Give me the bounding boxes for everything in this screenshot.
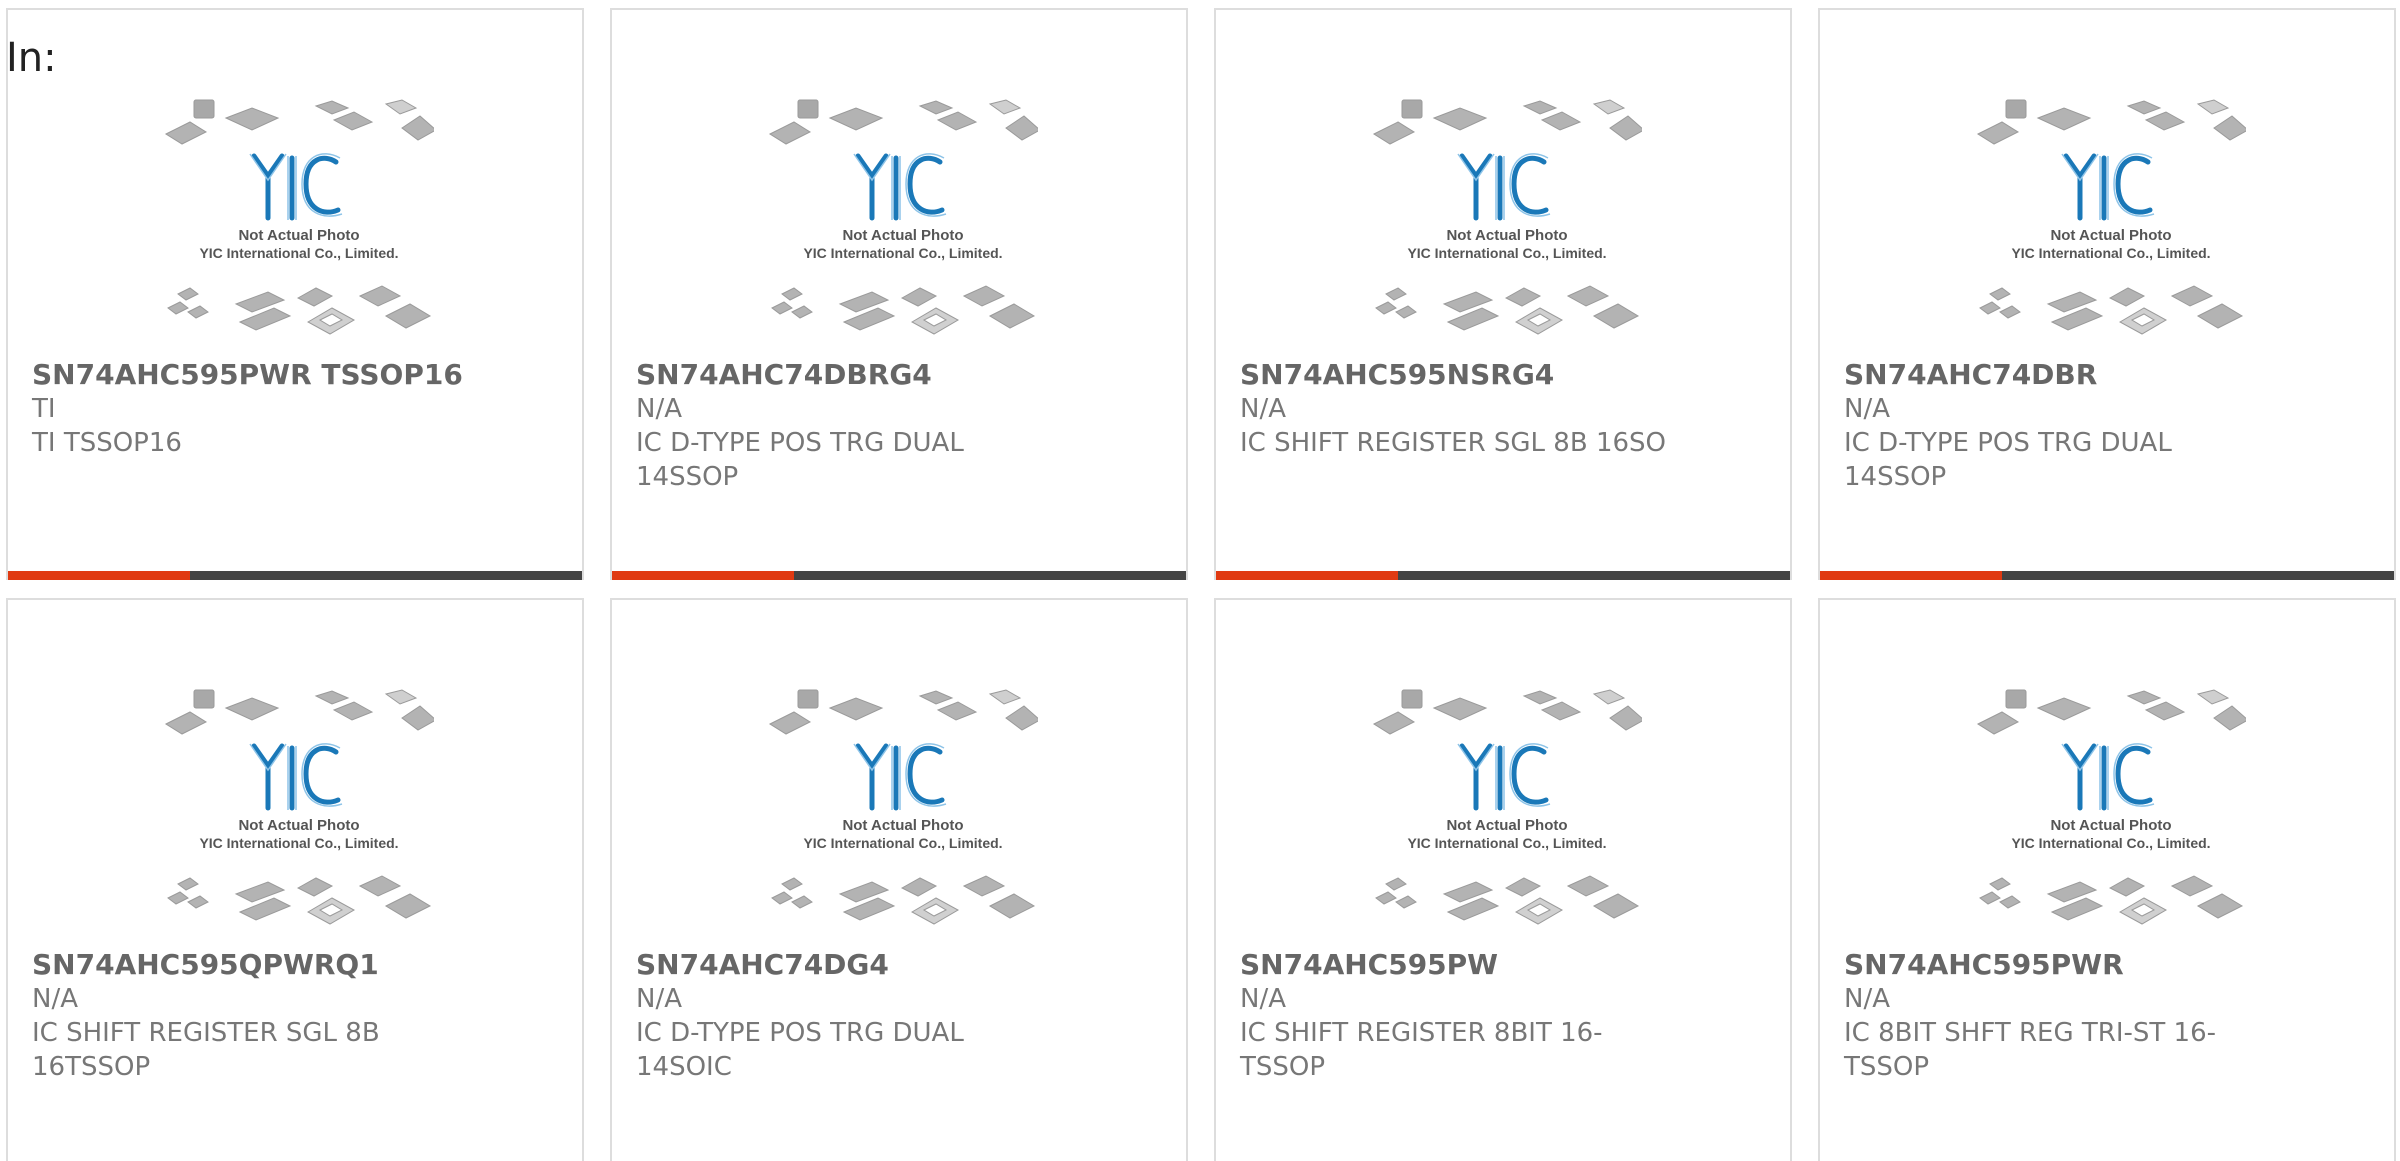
product-brand: N/A (1240, 394, 1286, 424)
product-card[interactable]: Not Actual Photo YIC International Co., … (6, 598, 584, 1161)
product-info: SN74AHC595NSRG4 N/A IC SHIFT REGISTER SG… (1240, 358, 1760, 460)
product-info: SN74AHC595PWR TSSOP16 TI TI TSSOP16 (32, 358, 552, 460)
product-placeholder-image: Not Actual Photo YIC International Co., … (1976, 689, 2246, 925)
product-description: IC D-TYPE POS TRG DUAL (1844, 428, 2172, 458)
product-card[interactable]: Not Actual Photo YIC International Co., … (610, 598, 1188, 1161)
product-info: SN74AHC74DG4 N/A IC D-TYPE POS TRG DUAL … (636, 948, 1156, 1084)
photo-caption-line1: Not Actual Photo (1446, 227, 1567, 244)
product-info: SN74AHC595PWR N/A IC 8BIT SHFT REG TRI-S… (1844, 948, 2364, 1084)
photo-caption-line2: YIC International Co., Limited. (199, 245, 398, 261)
card-bar-accent (8, 571, 190, 580)
product-brand: N/A (1844, 394, 1890, 424)
product-card[interactable]: Not Actual Photo YIC International Co., … (1818, 8, 2396, 580)
product-description: IC 8BIT SHFT REG TRI-ST 16- (1844, 1018, 2216, 1048)
photo-caption-line2: YIC International Co., Limited. (2011, 245, 2210, 261)
product-title[interactable]: SN74AHC74DBRG4 (636, 358, 1156, 392)
card-bottom-bar (1820, 571, 2394, 580)
photo-caption-line2: YIC International Co., Limited. (2011, 835, 2210, 851)
product-title[interactable]: SN74AHC595QPWRQ1 (32, 948, 552, 982)
product-placeholder-image: Not Actual Photo YIC International Co., … (164, 689, 434, 925)
product-brand: TI (32, 394, 56, 424)
photo-caption-line1: Not Actual Photo (238, 817, 359, 834)
card-bottom-bar (612, 571, 1186, 580)
product-brand: N/A (1240, 984, 1286, 1014)
photo-caption-line2: YIC International Co., Limited. (1407, 245, 1606, 261)
photo-caption-line1: Not Actual Photo (1446, 817, 1567, 834)
photo-caption-line2: YIC International Co., Limited. (1407, 835, 1606, 851)
product-placeholder-image: Not Actual Photo YIC International Co., … (1372, 99, 1642, 335)
product-title[interactable]: SN74AHC595PW (1240, 948, 1760, 982)
photo-caption-line1: Not Actual Photo (2050, 227, 2171, 244)
card-bar-accent (1216, 571, 1398, 580)
product-placeholder-image: Not Actual Photo YIC International Co., … (164, 99, 434, 335)
product-brand: N/A (32, 984, 78, 1014)
product-description: IC SHIFT REGISTER SGL 8B 16SO (1240, 428, 1667, 458)
product-card[interactable]: Not Actual Photo YIC International Co., … (1818, 598, 2396, 1161)
product-card[interactable]: Not Actual Photo YIC International Co., … (6, 8, 584, 580)
product-placeholder-image: Not Actual Photo YIC International Co., … (1976, 99, 2246, 335)
photo-caption-line2: YIC International Co., Limited. (199, 835, 398, 851)
product-description: IC SHIFT REGISTER SGL 8B (32, 1018, 380, 1048)
product-description-cont: TSSOP (1240, 1052, 1326, 1082)
photo-caption-line1: Not Actual Photo (842, 817, 963, 834)
product-title[interactable]: SN74AHC595PWR TSSOP16 (32, 358, 552, 392)
photo-caption-line1: Not Actual Photo (238, 227, 359, 244)
product-card[interactable]: Not Actual Photo YIC International Co., … (1214, 598, 1792, 1161)
product-title[interactable]: SN74AHC595PWR (1844, 948, 2364, 982)
card-bar-accent (1820, 571, 2002, 580)
product-info: SN74AHC74DBR N/A IC D-TYPE POS TRG DUAL … (1844, 358, 2364, 494)
product-grid-page: In: Not Actual Photo YIC International C… (0, 0, 2400, 1161)
product-description-cont: TSSOP (1844, 1052, 1930, 1082)
product-description-cont: 16TSSOP (32, 1052, 151, 1082)
product-description-cont: 14SSOP (1844, 462, 1947, 492)
product-placeholder-image: Not Actual Photo YIC International Co., … (768, 99, 1038, 335)
photo-caption-line2: YIC International Co., Limited. (803, 245, 1002, 261)
product-description: IC D-TYPE POS TRG DUAL (636, 428, 964, 458)
card-bottom-bar (1216, 571, 1790, 580)
product-info: SN74AHC595PW N/A IC SHIFT REGISTER 8BIT … (1240, 948, 1760, 1084)
product-title[interactable]: SN74AHC74DG4 (636, 948, 1156, 982)
product-description: TI TSSOP16 (32, 428, 182, 458)
product-placeholder-image: Not Actual Photo YIC International Co., … (768, 689, 1038, 925)
card-bar-accent (612, 571, 794, 580)
product-info: SN74AHC595QPWRQ1 N/A IC SHIFT REGISTER S… (32, 948, 552, 1084)
product-brand: N/A (636, 394, 682, 424)
product-description: IC D-TYPE POS TRG DUAL (636, 1018, 964, 1048)
product-card[interactable]: Not Actual Photo YIC International Co., … (610, 8, 1188, 580)
product-description-cont: 14SSOP (636, 462, 739, 492)
product-title[interactable]: SN74AHC595NSRG4 (1240, 358, 1760, 392)
product-brand: N/A (636, 984, 682, 1014)
product-title[interactable]: SN74AHC74DBR (1844, 358, 2364, 392)
product-description: IC SHIFT REGISTER 8BIT 16- (1240, 1018, 1603, 1048)
in-label: In: (6, 35, 57, 81)
product-brand: N/A (1844, 984, 1890, 1014)
card-bottom-bar (8, 571, 582, 580)
product-description-cont: 14SOIC (636, 1052, 732, 1082)
product-card[interactable]: Not Actual Photo YIC International Co., … (1214, 8, 1792, 580)
product-info: SN74AHC74DBRG4 N/A IC D-TYPE POS TRG DUA… (636, 358, 1156, 494)
photo-caption-line2: YIC International Co., Limited. (803, 835, 1002, 851)
photo-caption-line1: Not Actual Photo (842, 227, 963, 244)
product-placeholder-image: Not Actual Photo YIC International Co., … (1372, 689, 1642, 925)
photo-caption-line1: Not Actual Photo (2050, 817, 2171, 834)
